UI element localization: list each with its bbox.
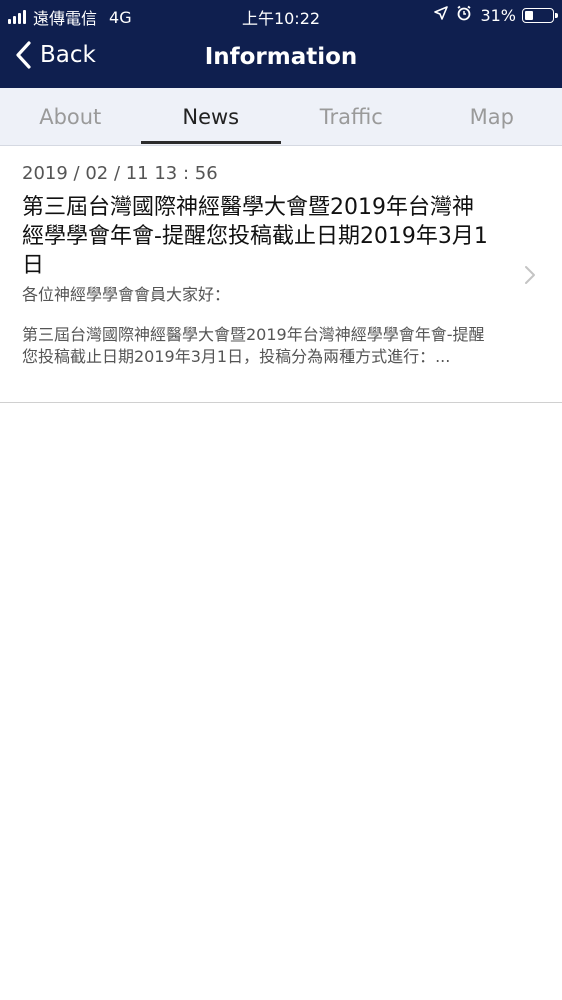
battery-fill <box>525 10 533 20</box>
tab-traffic[interactable]: Traffic <box>281 88 422 146</box>
tab-map[interactable]: Map <box>422 88 562 146</box>
news-title: 第三屆台灣國際神經醫學大會暨2019年台灣神經學學會年會-提醒您投稿截止日期20… <box>22 195 488 278</box>
app-header: 遠傳電信 4G 上午10:22 31% Back Information <box>0 0 562 88</box>
alarm-clock-icon <box>456 5 472 25</box>
battery-icon <box>522 7 558 23</box>
page-title: Information <box>204 44 358 70</box>
status-right: 31% <box>434 5 558 25</box>
news-greeting: 各位神經學學會會員大家好： <box>22 285 231 304</box>
battery-percentage: 31% <box>480 5 516 25</box>
news-list-item[interactable]: 2019 / 02 / 11 13 : 56 第三屆台灣國際神經醫學大會暨201… <box>0 147 562 403</box>
tab-news[interactable]: News <box>140 88 282 146</box>
chevron-right-icon <box>525 266 535 284</box>
status-bar: 遠傳電信 4G 上午10:22 31% <box>0 0 562 30</box>
location-arrow-icon <box>434 6 449 24</box>
news-summary: 第三屆台灣國際神經醫學大會暨2019年台灣神經學學會年會-提醒您投稿截止日期20… <box>22 325 485 366</box>
tab-bar: About News Traffic Map <box>0 88 562 146</box>
tab-about[interactable]: About <box>0 88 141 146</box>
navigation-bar: Back Information <box>0 30 562 88</box>
news-date: 2019 / 02 / 11 13 : 56 <box>22 163 218 184</box>
